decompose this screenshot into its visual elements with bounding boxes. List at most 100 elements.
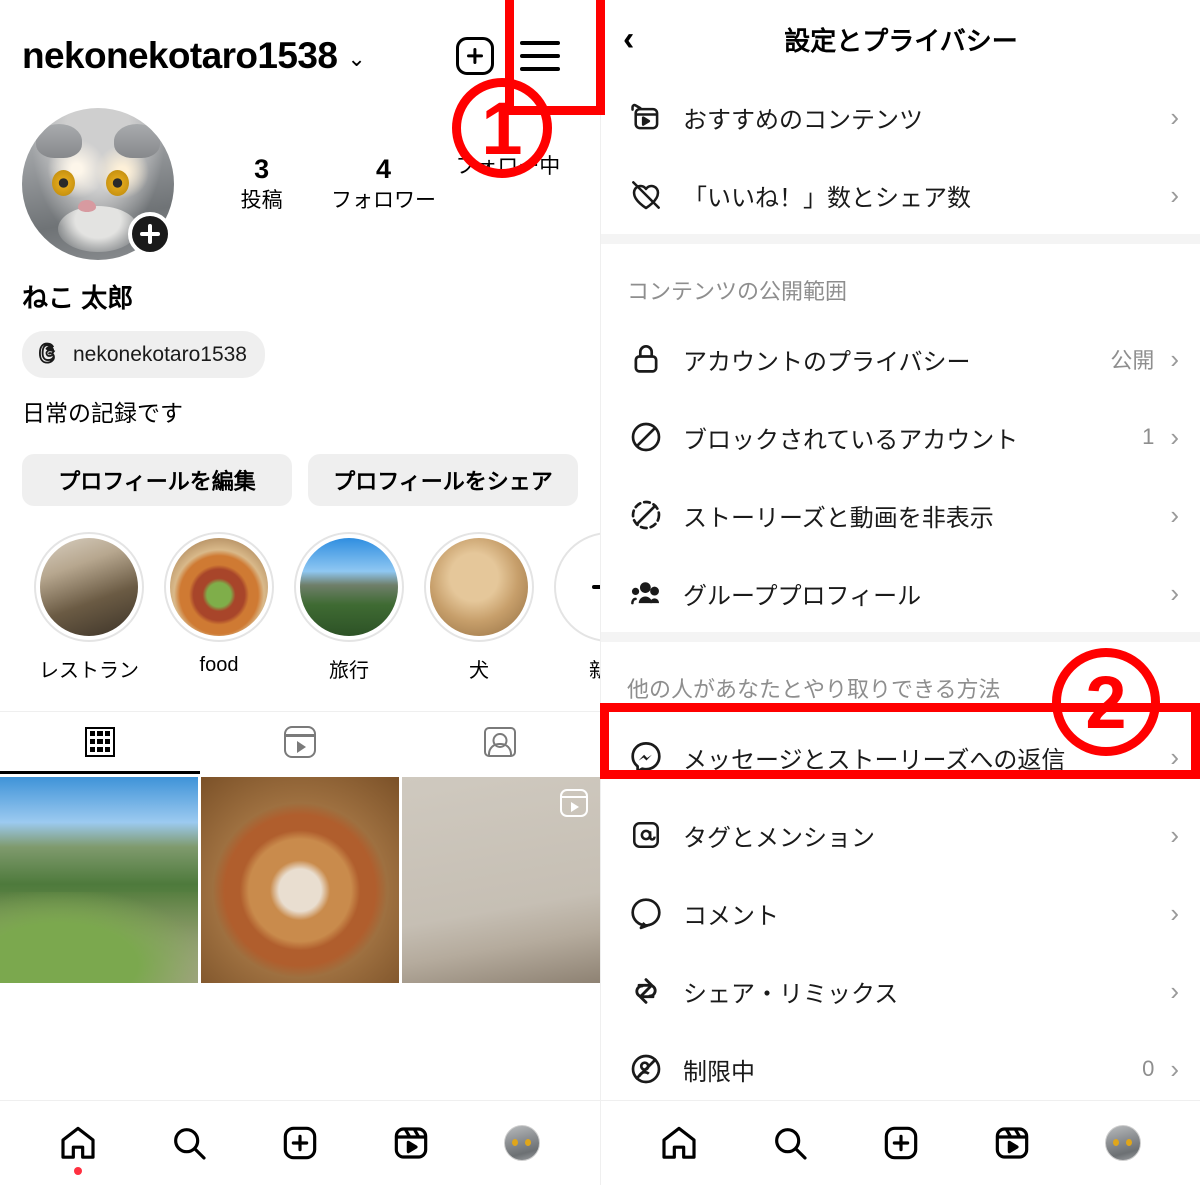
nav-search[interactable]: [154, 1113, 224, 1173]
row-hide-story-video[interactable]: ストーリーズと動画を非表示 ›: [601, 476, 1200, 554]
chevron-right-icon: ›: [1170, 898, 1179, 928]
stat-label: 投稿: [240, 188, 283, 212]
nav-create[interactable]: [265, 1113, 335, 1173]
profile-section: 3 投稿 4 フォロワー フォロー中 ねこ 太郎 nekonekotaro153…: [0, 108, 600, 983]
suggested-content-icon: [627, 98, 683, 136]
nav-reels[interactable]: [977, 1113, 1047, 1173]
nav-profile[interactable]: [487, 1113, 557, 1173]
row-suggested-content[interactable]: おすすめのコンテンツ ›: [601, 78, 1200, 156]
profile-header: nekonekotaro1538 ⌄: [0, 0, 600, 112]
row-label: ストーリーズと動画を非表示: [683, 504, 994, 532]
highlight-add-new[interactable]: 新規: [544, 532, 600, 683]
highlight-item[interactable]: 旅行: [284, 532, 414, 683]
new-post-button[interactable]: [456, 37, 494, 75]
share-profile-button[interactable]: プロフィールをシェア: [308, 454, 578, 506]
edit-profile-button[interactable]: プロフィールを編集: [22, 454, 292, 506]
row-like-share-counts[interactable]: 「いいね！」数とシェア数 ›: [601, 156, 1200, 234]
row-tags-and-mentions[interactable]: タグとメンション ›: [601, 796, 1200, 874]
nav-create[interactable]: [866, 1113, 936, 1173]
stat-posts[interactable]: 3 投稿: [212, 153, 312, 215]
tag-mention-icon: [627, 816, 683, 854]
nav-reels[interactable]: [376, 1113, 446, 1173]
settings-header: ‹ 設定とプライバシー: [601, 0, 1200, 78]
photo-food-plate[interactable]: [201, 777, 399, 983]
row-value: 1: [1142, 424, 1155, 449]
add-story-icon[interactable]: [128, 212, 172, 256]
header-actions: [456, 37, 578, 75]
row-messages-and-story-replies[interactable]: メッセージとストーリーズへの返信 ›: [601, 718, 1200, 796]
row-comments[interactable]: コメント ›: [601, 874, 1200, 952]
hamburger-menu-button[interactable]: [520, 41, 560, 71]
reels-icon: [284, 726, 316, 758]
chevron-down-icon[interactable]: ⌄: [347, 48, 365, 70]
nav-search[interactable]: [755, 1113, 825, 1173]
chevron-right-icon: ›: [1170, 102, 1179, 132]
threads-handle: nekonekotaro1538: [73, 342, 247, 366]
tab-tagged[interactable]: [400, 712, 600, 774]
row-blocked-accounts[interactable]: ブロックされているアカウント 1 ›: [601, 398, 1200, 476]
screenshot-root: nekonekotaro1538 ⌄ 3 投稿 4 フォロワー フォロー中 ねこ…: [0, 0, 1200, 1185]
highlight-cover: [170, 538, 268, 636]
row-label: おすすめのコンテンツ: [683, 106, 923, 134]
profile-avatar-wrap[interactable]: [22, 108, 174, 260]
stat-followers[interactable]: 4 フォロワー: [331, 153, 436, 215]
highlight-ring: [294, 532, 404, 642]
row-value: 0: [1142, 1056, 1155, 1081]
row-value: 公開: [1110, 348, 1155, 373]
avatar-and-stats-row: 3 投稿 4 フォロワー フォロー中: [0, 108, 600, 260]
highlight-item[interactable]: レストラン: [24, 532, 154, 683]
back-icon[interactable]: ‹: [623, 22, 657, 56]
highlight-ring: [424, 532, 534, 642]
profile-tabs: [0, 711, 600, 774]
tab-grid[interactable]: [0, 712, 200, 774]
chevron-right-icon: ›: [1170, 422, 1179, 452]
row-share-and-remix[interactable]: シェア・リミックス ›: [601, 952, 1200, 1030]
display-name: ねこ 太郎: [22, 283, 134, 313]
row-label: アカウントのプライバシー: [683, 348, 971, 376]
stat-label: フォロー中: [455, 154, 561, 178]
restricted-icon: [627, 1050, 683, 1088]
row-label: タグとメンション: [683, 824, 875, 852]
profile-stats: 3 投稿 4 フォロワー フォロー中: [174, 153, 578, 215]
highlight-item[interactable]: food: [154, 532, 284, 683]
nav-home[interactable]: [43, 1113, 113, 1175]
highlight-label: 旅行: [329, 660, 369, 682]
stat-label: フォロワー: [330, 188, 436, 212]
section-title-content-visibility: コンテンツの公開範囲: [627, 279, 848, 304]
threads-icon: [36, 339, 62, 370]
chevron-right-icon: ›: [1170, 742, 1179, 772]
notification-dot: [73, 1167, 82, 1175]
photo-mountain-park[interactable]: [0, 777, 198, 983]
chevron-right-icon: ›: [1170, 578, 1179, 608]
tab-reels[interactable]: [200, 712, 400, 774]
row-label: 「いいね！」数とシェア数: [683, 184, 971, 212]
row-restricted[interactable]: 制限中 0 ›: [601, 1030, 1200, 1108]
share-remix-icon: [627, 972, 683, 1010]
row-label: コメント: [683, 902, 779, 930]
section-divider: [601, 632, 1200, 642]
highlight-label: レストラン: [39, 660, 139, 682]
hide-story-icon: [627, 496, 683, 534]
hamburger-icon: [520, 41, 560, 71]
highlight-item[interactable]: 犬: [414, 532, 544, 683]
stat-value: 3: [254, 153, 270, 184]
bottom-navigation-right: [601, 1100, 1200, 1185]
row-label: ブロックされているアカウント: [683, 426, 1019, 454]
stat-following[interactable]: フォロー中: [455, 153, 560, 215]
lock-icon: [627, 340, 683, 378]
section-divider: [601, 234, 1200, 244]
row-account-privacy[interactable]: アカウントのプライバシー 公開 ›: [601, 320, 1200, 398]
like-share-count-icon: [627, 176, 683, 214]
section-title-interactions: 他の人があなたとやり取りできる方法: [627, 677, 1001, 702]
nav-home[interactable]: [644, 1113, 714, 1173]
nav-profile[interactable]: [1088, 1113, 1158, 1173]
tagged-icon: [484, 727, 516, 757]
highlight-label: food: [199, 654, 239, 676]
row-label: シェア・リミックス: [683, 980, 899, 1008]
chevron-right-icon: ›: [1170, 820, 1179, 850]
threads-badge[interactable]: nekonekotaro1538: [22, 331, 265, 378]
row-label: メッセージとストーリーズへの返信: [683, 746, 1066, 774]
row-group-profile[interactable]: グループプロフィール ›: [601, 554, 1200, 632]
photo-room-wall[interactable]: [402, 777, 600, 983]
highlight-label: 犬: [469, 660, 489, 682]
